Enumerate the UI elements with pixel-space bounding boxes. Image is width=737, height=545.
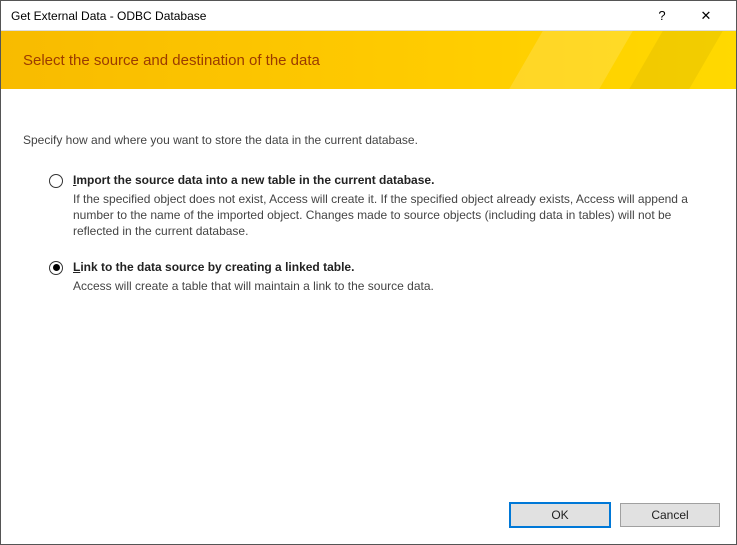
option-import[interactable]: Import the source data into a new table … [49, 173, 714, 240]
close-button[interactable]: ✕ [684, 2, 728, 30]
option-link[interactable]: Link to the data source by creating a li… [49, 260, 714, 294]
cancel-button[interactable]: Cancel [620, 503, 720, 527]
options-group: Import the source data into a new table … [23, 173, 714, 294]
option-import-text: Import the source data into a new table … [73, 173, 714, 240]
dialog: Get External Data - ODBC Database ? ✕ Se… [0, 0, 737, 545]
help-button[interactable]: ? [640, 2, 684, 30]
radio-import[interactable] [49, 174, 63, 188]
option-import-label: Import the source data into a new table … [73, 173, 714, 187]
option-link-label: Link to the data source by creating a li… [73, 260, 714, 274]
radio-link[interactable] [49, 261, 63, 275]
close-icon: ✕ [701, 8, 712, 24]
ok-button[interactable]: OK [510, 503, 610, 527]
titlebar-controls: ? ✕ [640, 2, 728, 30]
option-import-desc: If the specified object does not exist, … [73, 191, 714, 240]
option-link-desc: Access will create a table that will mai… [73, 278, 714, 294]
option-link-text: Link to the data source by creating a li… [73, 260, 714, 294]
banner: Select the source and destination of the… [1, 31, 736, 89]
window-title: Get External Data - ODBC Database [11, 9, 640, 23]
banner-title: Select the source and destination of the… [23, 52, 320, 69]
footer: OK Cancel [1, 496, 736, 544]
content-area: Specify how and where you want to store … [1, 89, 736, 496]
titlebar: Get External Data - ODBC Database ? ✕ [1, 1, 736, 31]
help-icon: ? [658, 8, 665, 23]
instruction-text: Specify how and where you want to store … [23, 133, 714, 147]
